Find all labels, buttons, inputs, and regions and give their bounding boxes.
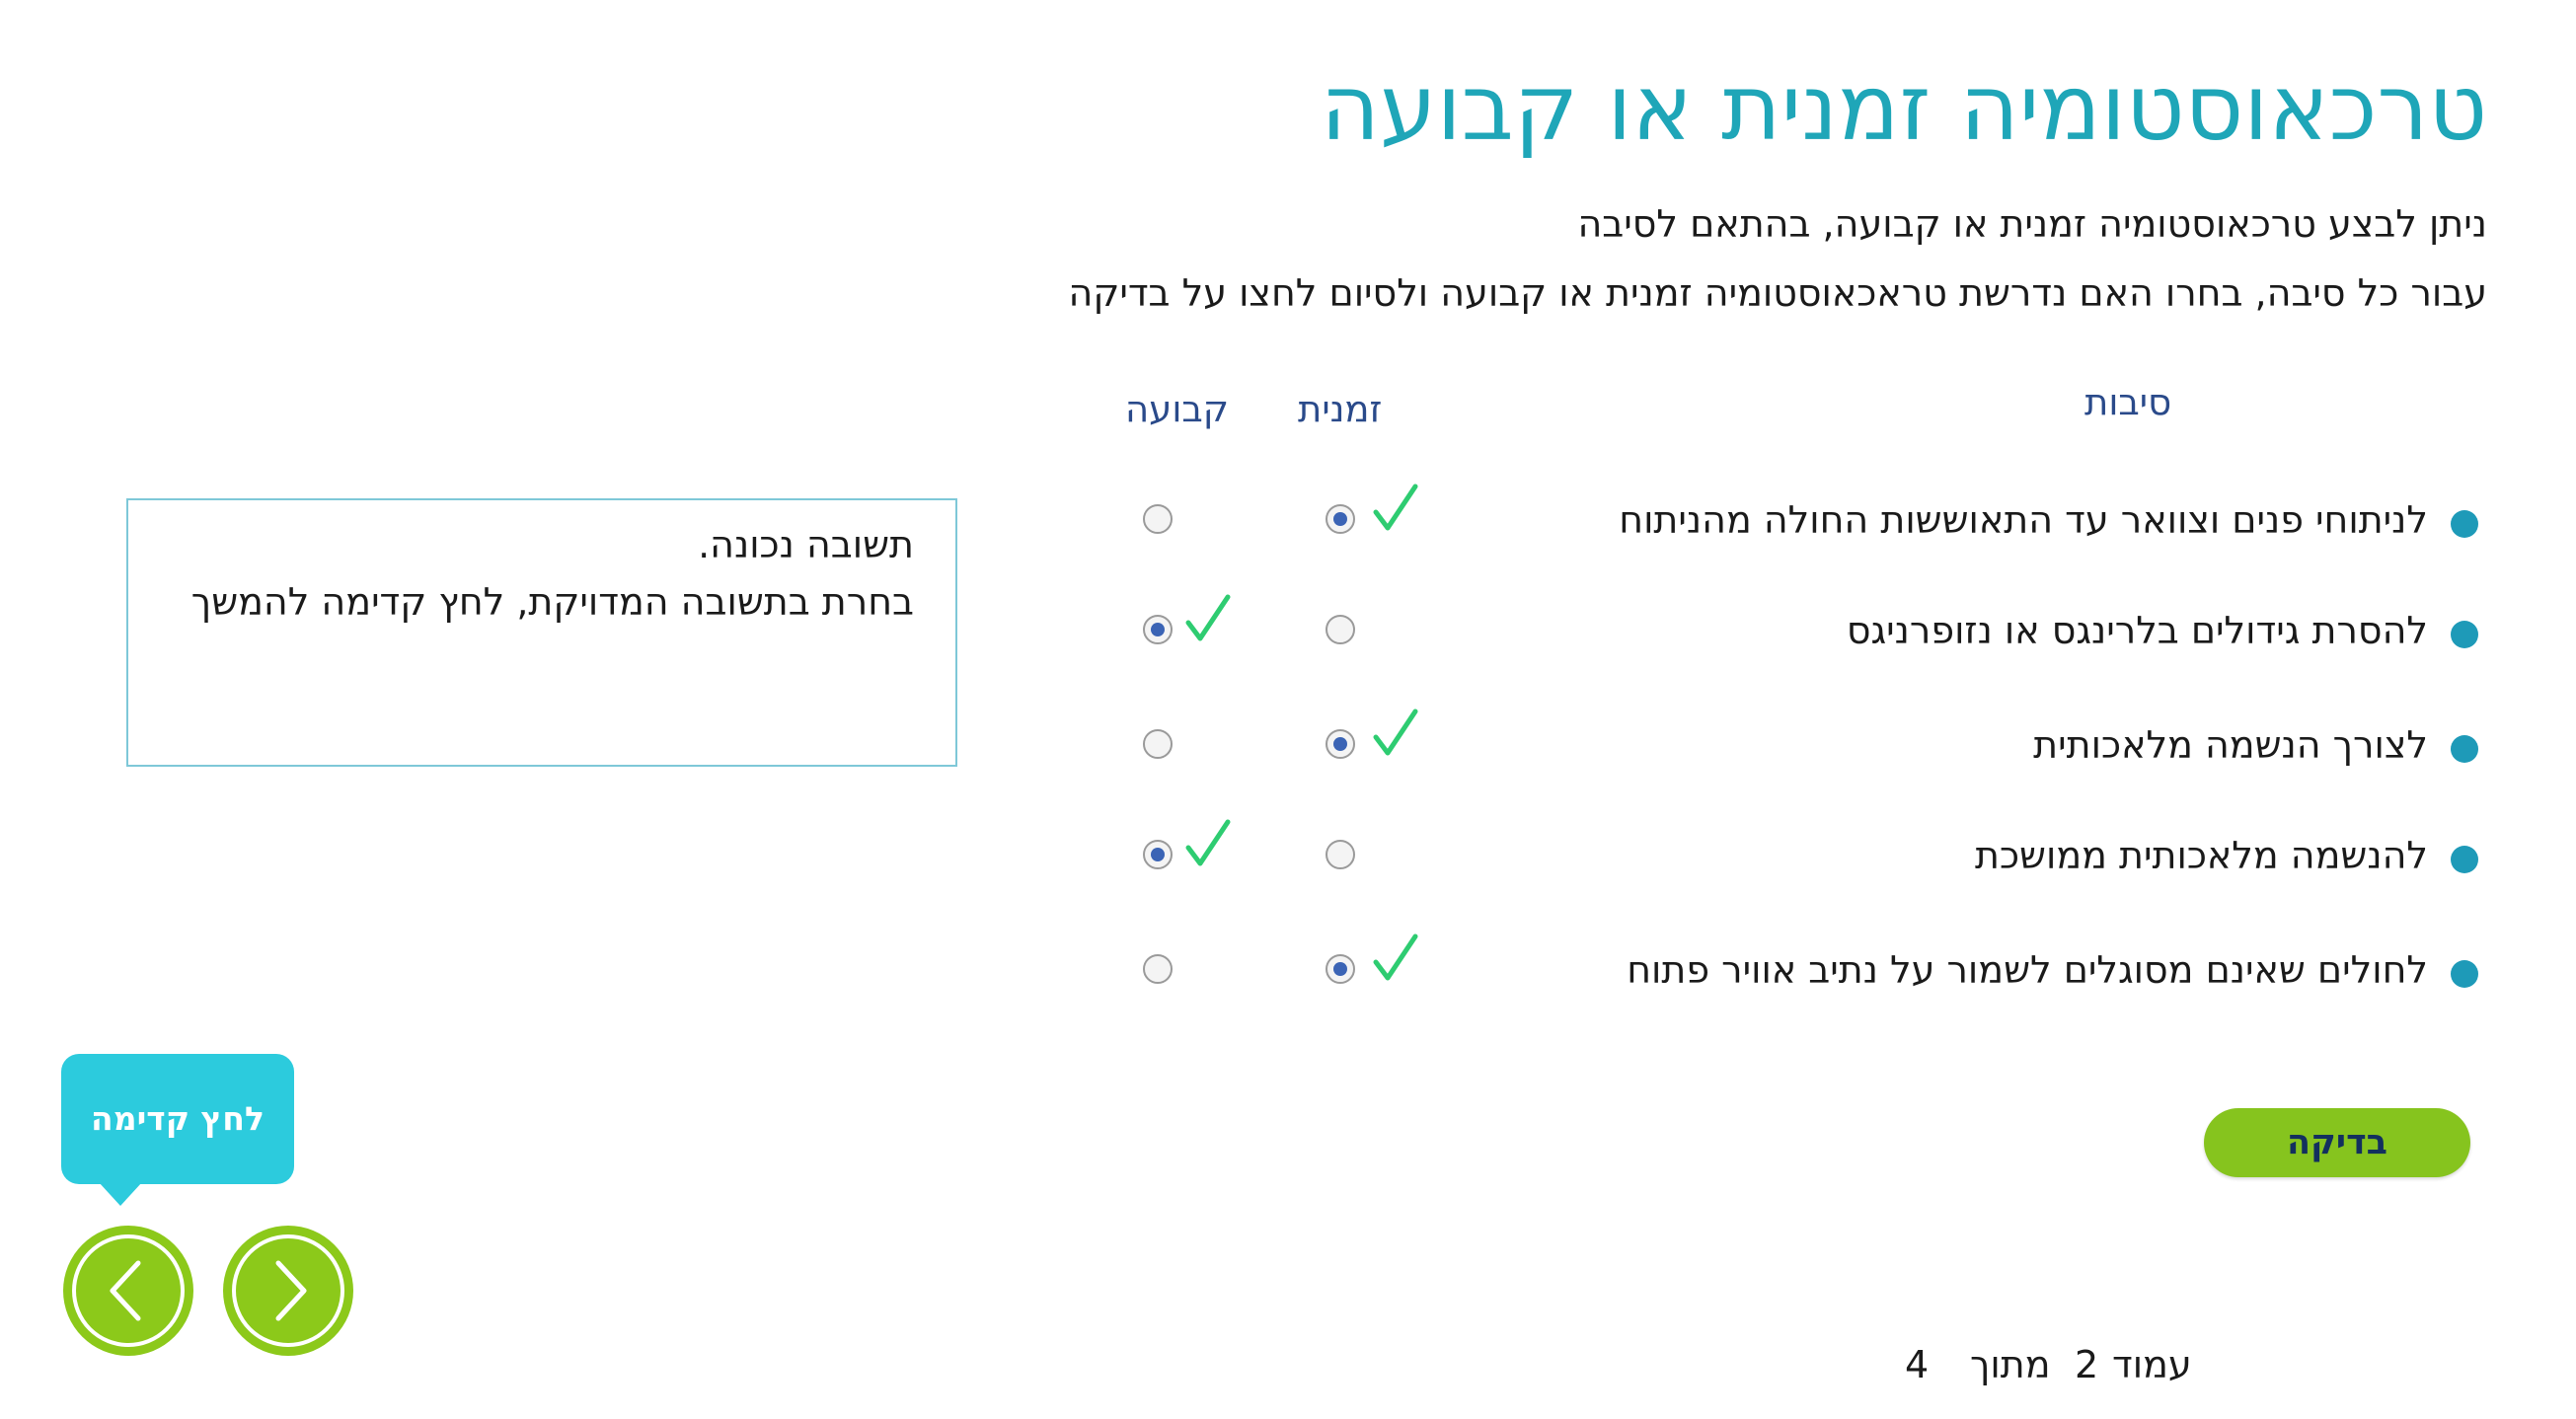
radio-permanent[interactable] (1143, 840, 1173, 869)
checkmark-icon (1373, 709, 1418, 756)
reason-row-4: להנשמה מלאכותית ממושכת (0, 819, 2576, 895)
page: טרכאוסטומיה זמנית או קבועה ניתן לבצע טרכ… (0, 0, 2576, 1419)
radio-permanent[interactable] (1143, 504, 1173, 534)
column-header-temporary: זמנית (1298, 388, 1383, 430)
reason-row-5: לחולים שאינם מסוגלים לשמור על נתיב אוויר… (0, 934, 2576, 1009)
radio-temporary[interactable] (1326, 504, 1355, 534)
forward-tooltip: לחץ קדימה (61, 1054, 294, 1184)
radio-temporary[interactable] (1326, 729, 1355, 759)
column-header-permanent: קבועה (1125, 388, 1230, 430)
page-title: טרכאוסטומיה זמנית או קבועה (1320, 55, 2487, 161)
reason-label: להסרת גידולים בלרינגס או נזופרניגס (1846, 609, 2428, 652)
checkmark-icon (1185, 819, 1231, 866)
checkmark-icon (1373, 934, 1418, 981)
reason-label: לחולים שאינם מסוגלים לשמור על נתיב אוויר… (1627, 948, 2428, 992)
radio-permanent[interactable] (1143, 729, 1173, 759)
pager-total: 4 (1905, 1343, 1930, 1386)
intro-text-line-1: ניתן לבצע טרכאוסטומיה זמנית או קבועה, בה… (1577, 202, 2487, 246)
bullet-icon (2451, 735, 2478, 763)
pager-current: 2 (2075, 1343, 2099, 1386)
pager-of-word: מתוך (1970, 1343, 2051, 1386)
feedback-box: תשובה נכונה. בחרת בתשובה המדויקת, לחץ קד… (126, 498, 957, 767)
feedback-message: בחרת בתשובה המדויקת, לחץ קדימה להמשך (190, 580, 914, 624)
radio-temporary[interactable] (1326, 954, 1355, 984)
radio-permanent[interactable] (1143, 615, 1173, 644)
pager-page-word: עמוד (2112, 1343, 2192, 1386)
checkmark-icon (1373, 484, 1418, 531)
radio-permanent[interactable] (1143, 954, 1173, 984)
radio-temporary[interactable] (1326, 840, 1355, 869)
intro-text-line-2: עבור כל סיבה, בחרו האם נדרשת טראכאוסטומי… (1068, 271, 2487, 315)
checkmark-icon (1185, 594, 1231, 641)
bullet-icon (2451, 621, 2478, 648)
check-button[interactable]: בדיקה (2204, 1108, 2470, 1177)
reason-label: לצורך הנשמה מלאכותית (2033, 723, 2428, 767)
feedback-title: תשובה נכונה. (698, 523, 914, 566)
next-arrow-button[interactable] (221, 1224, 355, 1358)
bullet-icon (2451, 846, 2478, 873)
radio-temporary[interactable] (1326, 615, 1355, 644)
bullet-icon (2451, 510, 2478, 538)
bullet-icon (2451, 960, 2478, 988)
reason-label: להנשמה מלאכותית ממושכת (1974, 834, 2428, 877)
column-header-reasons: סיבות (2084, 381, 2172, 423)
reason-label: לניתוחי פנים וצוואר עד התאוששות החולה מה… (1619, 498, 2428, 542)
tooltip-tail (99, 1182, 142, 1206)
previous-arrow-button[interactable] (61, 1224, 195, 1358)
